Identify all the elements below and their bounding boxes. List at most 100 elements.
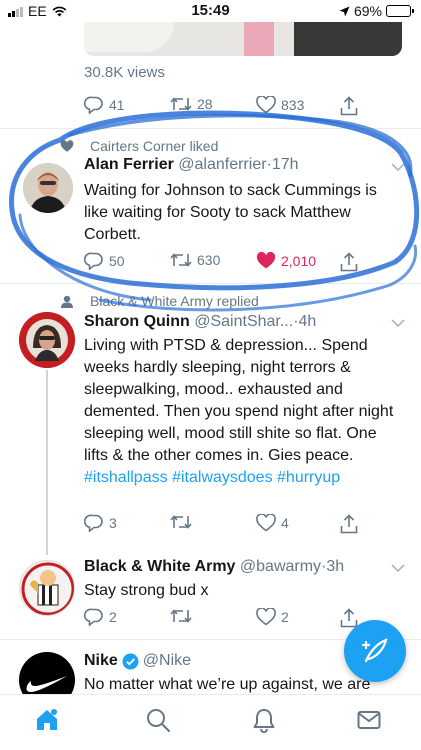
share-button[interactable]: [340, 96, 358, 116]
media-thumbnail[interactable]: [84, 22, 402, 56]
retweet-icon: [170, 515, 192, 529]
avatar-image: [21, 562, 74, 615]
like-button[interactable]: 833: [256, 96, 304, 114]
view-count: 30.8K views: [84, 64, 165, 81]
retweet-count: 28: [197, 96, 213, 112]
like-button[interactable]: 2: [256, 608, 289, 626]
like-icon: [256, 96, 276, 114]
reply-button[interactable]: 2: [84, 608, 117, 626]
tab-home[interactable]: [34, 707, 60, 738]
display-name[interactable]: Sharon Quinn: [84, 313, 190, 330]
avatar[interactable]: [23, 163, 73, 213]
context-label: Cairters Corner liked: [90, 138, 219, 154]
reply-count: 3: [109, 515, 117, 531]
chevron-down-icon[interactable]: [391, 319, 405, 328]
like-icon: [256, 608, 276, 626]
location-icon: [339, 6, 350, 16]
handle[interactable]: @SaintShar...: [194, 313, 293, 330]
reply-count: 41: [109, 97, 125, 113]
search-icon: [147, 709, 170, 732]
hashtag-link[interactable]: #hurryup: [277, 469, 340, 486]
reply-button[interactable]: 41: [84, 96, 125, 114]
tab-messages[interactable]: [356, 707, 382, 738]
social-context: Black & White Army replied: [60, 293, 259, 309]
tweet-text: Living with PTSD & depression... Spend w…: [84, 335, 404, 489]
reply-icon: [84, 96, 103, 114]
reply-count: 2: [109, 609, 117, 625]
avatar[interactable]: [19, 560, 75, 616]
like-count: 2,010: [281, 253, 317, 269]
hashtag-link[interactable]: #italwaysdoes: [172, 469, 273, 486]
battery-percent: 69%: [353, 3, 382, 19]
verified-icon: [122, 653, 139, 669]
notifications-icon: [253, 709, 275, 733]
tweet-text: No matter what we’re up against, we are: [84, 676, 371, 693]
retweet-button[interactable]: [170, 514, 197, 530]
handle[interactable]: @bawarmy: [240, 558, 321, 575]
status-bar: EE 15:49 69%: [0, 0, 421, 22]
like-icon: [256, 252, 276, 269]
tweet-text: Waiting for Johnson to sack Cummings is …: [84, 182, 377, 243]
retweet-count: 630: [197, 252, 221, 268]
reply-button[interactable]: 3: [84, 514, 117, 532]
reply-icon: [84, 608, 103, 626]
like-button[interactable]: 4: [256, 514, 289, 532]
tweet-actions: 2 2: [84, 608, 358, 628]
handle[interactable]: @alanferrier: [178, 156, 266, 173]
status-right: 69%: [339, 3, 414, 19]
display-name[interactable]: Nike: [84, 652, 118, 670]
tweet-actions: 50 630 2,010: [84, 252, 358, 272]
context-label: Black & White Army replied: [90, 293, 259, 309]
display-name[interactable]: Black & White Army: [84, 558, 235, 575]
tweet-actions: 3 4: [84, 514, 358, 534]
reply-icon: [84, 514, 103, 532]
tweet-header: Nike @Nike: [84, 652, 191, 670]
like-count: 833: [281, 97, 305, 113]
like-button[interactable]: 2,010: [256, 252, 316, 270]
retweet-button[interactable]: 28: [170, 96, 213, 112]
divider: [0, 128, 421, 129]
share-button[interactable]: [340, 252, 358, 272]
retweet-icon: [170, 609, 192, 623]
tweet-header: Sharon Quinn @SaintShar...·4h: [84, 313, 316, 331]
handle[interactable]: @Nike: [143, 652, 191, 670]
reply-button[interactable]: 50: [84, 252, 125, 270]
share-icon: [340, 514, 358, 534]
share-button[interactable]: [340, 514, 358, 534]
avatar-image: [23, 163, 73, 213]
social-context: Cairters Corner liked: [60, 138, 218, 154]
tweet-header: Alan Ferrier @alanferrier·17h: [84, 156, 299, 174]
reply-icon: [84, 252, 103, 270]
chevron-down-icon[interactable]: [391, 564, 405, 573]
compose-button[interactable]: [344, 620, 406, 682]
messages-icon: [357, 711, 381, 729]
tweet-header: Black & White Army @bawarmy·3h: [84, 558, 344, 576]
hashtag-link[interactable]: #itshallpass: [84, 469, 168, 486]
bottom-tab-bar: [0, 694, 421, 750]
heart-context-icon: [60, 139, 74, 152]
retweet-button[interactable]: [170, 608, 197, 624]
share-icon: [340, 608, 358, 628]
prev-tweet-actions: 41 28 833: [84, 96, 358, 116]
share-icon: [340, 252, 358, 272]
chevron-down-icon[interactable]: [391, 163, 405, 172]
retweet-icon: [170, 97, 192, 111]
home-icon: [37, 709, 57, 730]
reply-count: 50: [109, 253, 125, 269]
display-name[interactable]: Alan Ferrier: [84, 156, 174, 173]
thread-line: [46, 370, 48, 555]
share-icon: [340, 96, 358, 116]
divider: [0, 283, 421, 284]
avatar[interactable]: [19, 312, 75, 368]
share-button[interactable]: [340, 608, 358, 628]
retweet-button[interactable]: 630: [170, 252, 220, 268]
avatar-image: [19, 312, 75, 368]
person-context-icon: [61, 295, 73, 308]
tweet-text: Stay strong bud x: [84, 582, 209, 599]
tweet-text-body: Living with PTSD & depression... Spend w…: [84, 337, 394, 464]
timestamp: 4h: [298, 313, 317, 330]
like-icon: [256, 514, 276, 532]
tab-notifications[interactable]: [251, 707, 277, 738]
compose-icon: [361, 638, 388, 663]
tab-search[interactable]: [145, 707, 171, 738]
